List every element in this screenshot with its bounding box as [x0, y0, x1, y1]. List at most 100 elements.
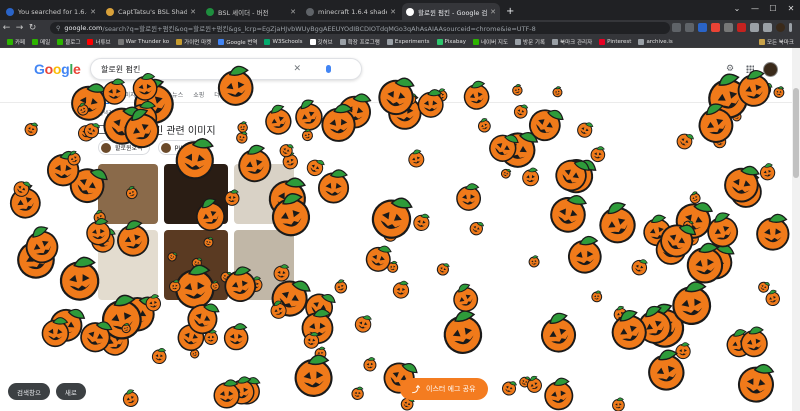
bookmark-icon — [32, 38, 39, 45]
extension-icon[interactable] — [737, 23, 746, 32]
bookmark-label: 북마크 관리자 — [560, 39, 593, 46]
all-bookmarks[interactable]: 모든 북마크 — [758, 38, 794, 46]
close-icon[interactable]: ✕ — [390, 8, 396, 16]
bookmark-label: 깃허브 — [317, 39, 333, 46]
bookmark-label: Experiments — [394, 38, 430, 45]
history-icon — [515, 38, 522, 45]
scrollbar[interactable] — [792, 48, 800, 411]
chip-label: pumpkin — [174, 144, 201, 151]
url-host: google.com — [64, 24, 103, 32]
scrollbar-thumb[interactable] — [793, 88, 799, 178]
apps-grid-icon[interactable] — [746, 65, 754, 73]
share-icon[interactable] — [672, 23, 681, 32]
image-result[interactable] — [98, 230, 158, 300]
tab-search-icon[interactable]: ⌄ — [728, 0, 746, 18]
star-icon — [552, 38, 559, 45]
bookmark-label: 네이버 지도 — [480, 39, 509, 46]
tab-favicon — [306, 7, 314, 16]
avatar[interactable] — [763, 62, 778, 77]
bookmark[interactable]: Pixabay — [436, 38, 466, 45]
bookmark-label: 너튜브 — [95, 39, 111, 46]
image-result[interactable] — [234, 230, 294, 300]
bookmark-label: Pixabay — [444, 38, 466, 45]
star-icon[interactable] — [685, 23, 694, 32]
bookmark-icon — [472, 38, 479, 45]
maximize-icon[interactable]: ☐ — [764, 0, 782, 18]
safesearch-button[interactable]: 세이프서치 — [742, 90, 770, 99]
new-tab-button[interactable]: + — [506, 6, 514, 17]
close-icon[interactable]: ✕ — [90, 8, 96, 16]
bookmark-label: 블로그 — [65, 39, 81, 46]
bookmark[interactable]: archive.is — [638, 38, 673, 45]
menu-icon[interactable] — [789, 23, 792, 32]
search-input[interactable]: 할로윈 펌킨 ✕ — [90, 58, 362, 80]
browser-tab-4[interactable]: minecraft 1.6.4 shaders install✕ — [302, 3, 400, 20]
puzzle-icon — [339, 38, 346, 45]
bookmark[interactable]: 블로그 — [57, 38, 80, 46]
browser-tab-1[interactable]: You searched for 1.6.4 — Shaders✕ — [2, 3, 100, 20]
address-bar[interactable]: ⚲ google.com /search?q=할로윈+펌킨&oq=할로윈+펌킨&… — [50, 22, 670, 34]
close-icon[interactable]: ✕ — [190, 8, 196, 16]
bookmark[interactable]: 너튜브 — [87, 38, 111, 46]
bookmark[interactable]: 메일 — [32, 38, 50, 46]
bookmark[interactable]: War Thunder ko — [117, 38, 169, 45]
profile-icon[interactable] — [776, 23, 785, 32]
bookmark[interactable]: 가이먼 마켓 — [176, 38, 211, 46]
close-icon[interactable]: ✕ — [490, 8, 496, 16]
back-icon[interactable]: ← — [0, 23, 13, 33]
google-favicon — [406, 7, 414, 16]
bookmark-label: archive.is — [646, 38, 673, 45]
close-icon[interactable]: ✕ — [290, 8, 296, 16]
image-result[interactable] — [164, 164, 228, 224]
forward-icon[interactable]: → — [13, 23, 26, 33]
window-controls: ⌄ — ☐ ✕ — [728, 0, 800, 18]
browser-toolbar: ← → ↻ ⚲ google.com /search?q=할로윈+펌킨&oq=할… — [0, 20, 800, 36]
tab-title: minecraft 1.6.4 shaders install — [318, 7, 387, 16]
bookmark[interactable]: 방문 기록 — [515, 38, 545, 46]
site-info-icon[interactable]: ⚲ — [56, 25, 60, 32]
image-result[interactable] — [234, 164, 294, 224]
close-window-icon[interactable]: ✕ — [782, 0, 800, 18]
extension-icon[interactable] — [711, 23, 720, 32]
reload-icon[interactable]: ↻ — [26, 23, 39, 33]
new-button[interactable]: 새로 — [55, 383, 86, 400]
bookmark[interactable]: Pinterest — [599, 38, 631, 45]
microphone-icon[interactable] — [326, 65, 331, 73]
bookmark[interactable]: W3Schools — [264, 38, 303, 45]
search-query: 할로윈 펌킨 — [101, 64, 141, 74]
sidepanel-icon[interactable] — [763, 23, 772, 32]
browser-tab-2[interactable]: CaptTatsu's BSL Shaders 1.20✕ — [102, 3, 200, 20]
chip-thumbnail — [101, 142, 111, 153]
bookmark[interactable]: 카페 — [7, 38, 25, 46]
share-icon: ⤴ — [412, 384, 420, 394]
images-heading-text: 할로윈 펌킨 관련 이미지 — [114, 126, 216, 137]
bookmark-icon — [117, 38, 124, 45]
share-easter-egg-button[interactable]: ⤴ 이스터 에그 공유 — [400, 378, 488, 400]
image-result[interactable] — [98, 164, 158, 224]
bookmark[interactable]: Google 번역 — [218, 38, 257, 46]
all-bookmarks-label: 모든 북마크 — [766, 39, 794, 46]
puzzle-icon[interactable] — [750, 23, 759, 32]
bookmark[interactable]: 북마크 관리자 — [552, 38, 592, 46]
bookmark[interactable]: 확장 프로그램 — [339, 38, 380, 46]
chip[interactable]: pumpkin — [157, 140, 208, 155]
bookmark-label: 확장 프로그램 — [347, 39, 380, 46]
result-stats: 검색결과 약 134,000개 (0. — [98, 111, 164, 117]
bookmark[interactable]: 깃허브 — [309, 38, 333, 46]
bookmark[interactable]: 네이버 지도 — [472, 38, 509, 46]
search-box-button[interactable]: 검색창으 — [8, 383, 50, 400]
gear-icon[interactable]: ⚙ — [726, 64, 734, 74]
image-result[interactable] — [164, 230, 228, 300]
minimize-icon[interactable]: — — [746, 0, 764, 18]
tab-favicon — [206, 7, 214, 16]
extension-icon[interactable] — [698, 23, 707, 32]
google-logo[interactable]: Google — [34, 61, 81, 77]
clear-icon[interactable]: ✕ — [293, 64, 301, 74]
browser-tab-5-active[interactable]: 할로윈 펌킨 - Google 검색 ✕ — [402, 3, 500, 20]
tab-strip: You searched for 1.6.4 — Shaders✕ CaptTa… — [0, 0, 800, 20]
bookmark[interactable]: Experiments — [386, 38, 430, 45]
browser-tab-3[interactable]: BSL 셰이더 - 버전 ✕ — [202, 3, 300, 20]
google-results-page: Google 할로윈 펌킨 ✕ ⚙ 전체 이미지 동영상 뉴스 쇼핑 더보기 세… — [0, 48, 792, 411]
chip[interactable]: 할로윈호박 — [98, 140, 150, 155]
extension-icon[interactable] — [724, 23, 733, 32]
